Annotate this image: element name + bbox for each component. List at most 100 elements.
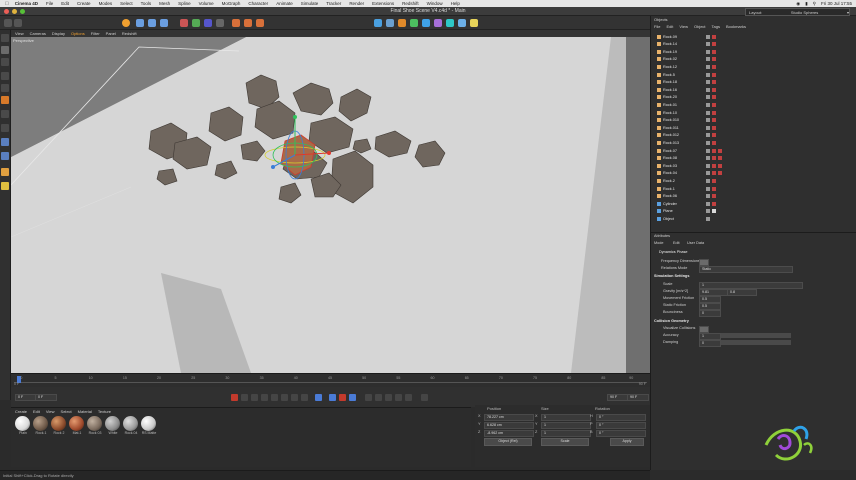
- tag-icon[interactable]: [706, 125, 710, 130]
- next-frame-icon[interactable]: [281, 394, 288, 401]
- light-icon[interactable]: [470, 19, 478, 27]
- object-name[interactable]: Rock.01: [663, 103, 677, 107]
- object-name[interactable]: Rock.12: [663, 65, 677, 69]
- record-icon[interactable]: [231, 394, 238, 401]
- position-y-field[interactable]: 6.628 cm: [484, 422, 534, 429]
- tag-icon[interactable]: [712, 201, 716, 206]
- menu-mesh[interactable]: Mesh: [159, 1, 170, 6]
- tag-icon[interactable]: [706, 42, 710, 47]
- points-mode-icon[interactable]: [1, 72, 9, 80]
- key-parameter-icon[interactable]: [395, 394, 402, 401]
- tag-icon[interactable]: [706, 64, 710, 69]
- menu-file[interactable]: File: [46, 1, 53, 6]
- tag-icon[interactable]: [706, 110, 710, 115]
- size-mode-select[interactable]: Scale: [541, 438, 589, 446]
- accuracy-slider[interactable]: [721, 333, 791, 338]
- tag-icon[interactable]: [706, 34, 710, 39]
- vp-menu-cameras[interactable]: Cameras: [30, 31, 46, 36]
- workplane-icon[interactable]: [1, 58, 9, 66]
- tag-icon[interactable]: [706, 194, 710, 199]
- wifi-icon[interactable]: ◉: [796, 1, 800, 7]
- object-name[interactable]: Rock.10: [663, 111, 677, 115]
- previous-key-icon[interactable]: [251, 394, 258, 401]
- menu-character[interactable]: Character: [248, 1, 268, 6]
- object-row[interactable]: Rock.07: [651, 147, 856, 154]
- tag-icon[interactable]: [712, 64, 716, 69]
- uv-mode-icon[interactable]: [1, 110, 9, 118]
- menu-extensions[interactable]: Extensions: [372, 1, 394, 6]
- tag-icon[interactable]: [712, 163, 716, 168]
- menu-render[interactable]: Render: [349, 1, 364, 6]
- tag-icon[interactable]: [712, 57, 716, 62]
- subdivision-icon[interactable]: [398, 19, 406, 27]
- search-icon[interactable]: ⚲: [813, 1, 816, 7]
- tag-icon[interactable]: [706, 140, 710, 145]
- material-item[interactable]: White: [105, 416, 121, 435]
- object-row[interactable]: Rock.10: [651, 109, 856, 116]
- damping-field[interactable]: 0: [699, 340, 721, 347]
- tag-icon[interactable]: [712, 42, 716, 47]
- attr-menu-user-data[interactable]: User Data: [687, 241, 704, 245]
- menu-volume[interactable]: Volume: [199, 1, 214, 6]
- mat-menu-view[interactable]: View: [46, 409, 55, 414]
- object-row[interactable]: Rock.5: [651, 71, 856, 78]
- key-position-icon[interactable]: [365, 394, 372, 401]
- tag-icon[interactable]: [712, 171, 716, 176]
- object-name[interactable]: Rock.04: [663, 171, 677, 175]
- menu-mograph[interactable]: MoGraph: [222, 1, 241, 6]
- accuracy-field[interactable]: 1: [699, 333, 721, 340]
- key-scale-icon[interactable]: [385, 394, 392, 401]
- polygons-mode-icon[interactable]: [1, 96, 9, 104]
- size-y-field[interactable]: 1: [541, 422, 591, 429]
- object-name[interactable]: Rock.09: [663, 35, 677, 39]
- vp-menu-display[interactable]: Display: [52, 31, 65, 36]
- rotation-p-field[interactable]: 0 °: [596, 422, 646, 429]
- mat-menu-edit[interactable]: Edit: [33, 409, 40, 414]
- object-row[interactable]: Rock.12: [651, 63, 856, 70]
- x-axis-icon[interactable]: [180, 19, 188, 27]
- tag-icon[interactable]: [718, 148, 722, 153]
- move-icon[interactable]: [136, 19, 144, 27]
- tag-icon[interactable]: [712, 80, 716, 85]
- tag-icon[interactable]: [706, 216, 710, 221]
- menu-window[interactable]: Window: [427, 1, 443, 6]
- object-row[interactable]: Rock.19: [651, 48, 856, 55]
- redo-icon[interactable]: [14, 19, 22, 27]
- menu-modes[interactable]: Modes: [99, 1, 113, 6]
- object-name[interactable]: Rock.06: [663, 194, 677, 198]
- vp-menu-filter[interactable]: Filter: [91, 31, 100, 36]
- tag-icon[interactable]: [706, 178, 710, 183]
- mat-menu-material[interactable]: Material: [78, 409, 92, 414]
- tag-icon[interactable]: [706, 186, 710, 191]
- object-row[interactable]: Rock.08: [651, 155, 856, 162]
- relations-mode-select[interactable]: Static: [699, 266, 793, 273]
- timeline[interactable]: 0 5 10 15 20 25 30 35 40 45 50 55 60 65 …: [11, 373, 650, 387]
- size-x-field[interactable]: 1: [541, 414, 591, 421]
- material-item[interactable]: Rock.1: [33, 416, 49, 435]
- attr-menu-mode[interactable]: Mode: [654, 241, 664, 245]
- tag-icon[interactable]: [706, 156, 710, 161]
- key-rotation-icon[interactable]: [375, 394, 382, 401]
- menu-create[interactable]: Create: [77, 1, 91, 6]
- menu-redshift[interactable]: Redshift: [402, 1, 419, 6]
- simulation-settings-section[interactable]: Simulation Settings: [654, 274, 689, 278]
- om-menu-file[interactable]: File: [654, 24, 660, 30]
- object-row[interactable]: Rock.06: [651, 193, 856, 200]
- preview-start-field[interactable]: 0 F: [35, 394, 57, 401]
- tag-icon[interactable]: [712, 110, 716, 115]
- om-menu-edit[interactable]: Edit: [666, 24, 673, 30]
- play-icon[interactable]: [271, 394, 278, 401]
- tag-icon[interactable]: [712, 34, 716, 39]
- rotate-icon[interactable]: [160, 19, 168, 27]
- frequency-checkbox[interactable]: [699, 259, 709, 266]
- object-name[interactable]: Rock.20: [663, 95, 677, 99]
- tag-icon[interactable]: [712, 133, 716, 138]
- render-settings-icon[interactable]: [256, 19, 264, 27]
- deformer-icon[interactable]: [422, 19, 430, 27]
- app-menu[interactable]: Cinema 4D: [15, 1, 38, 6]
- keyframe-selection-icon[interactable]: [349, 394, 356, 401]
- mat-menu-select[interactable]: Select: [61, 409, 72, 414]
- object-row[interactable]: Rock.04: [651, 170, 856, 177]
- material-item[interactable]: Mat.1: [69, 416, 85, 435]
- tag-icon[interactable]: [706, 201, 710, 206]
